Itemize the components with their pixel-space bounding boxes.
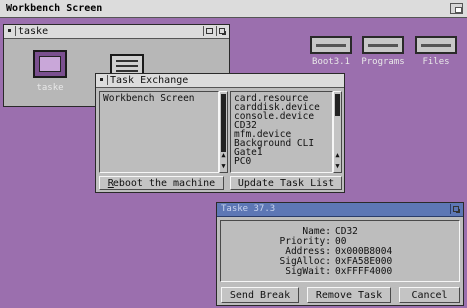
tool-icon-label: taske: [36, 83, 64, 93]
desktop-icon-label: Files: [422, 57, 450, 67]
screen-title: Workbench Screen: [6, 3, 103, 14]
task-info-title-bar[interactable]: Taske 37.3: [217, 203, 463, 217]
update-button-label: Update Task List: [237, 177, 335, 189]
details-keys: Name: Priority: Address: SigAlloc: SigWa…: [221, 227, 331, 277]
screen-list-scrollbar[interactable]: ▲ ▼: [219, 91, 228, 173]
line-glyph: [116, 70, 138, 72]
task-details-panel: Name: Priority: Address: SigAlloc: SigWa…: [220, 220, 460, 282]
cancel-label: Cancel: [411, 289, 448, 301]
send-break-label: Send Break: [229, 289, 291, 301]
desktop-icon-boot[interactable]: Boot3.1: [307, 36, 355, 70]
taske-tool-icon[interactable]: [33, 50, 67, 78]
desktop-icon-label: Programs: [361, 57, 405, 67]
screen-depth-gadget[interactable]: [450, 3, 463, 14]
line-glyph: [116, 60, 138, 62]
arrow-down-icon[interactable]: ▼: [334, 161, 341, 171]
task-exchange-title-bar[interactable]: Task Exchange: [96, 74, 344, 88]
window-title: Task Exchange: [110, 75, 189, 86]
scroll-knob[interactable]: [221, 94, 226, 152]
cancel-button[interactable]: Cancel: [399, 287, 460, 303]
reboot-button-label: eboot the machine: [112, 177, 216, 189]
send-break-button[interactable]: Send Break: [221, 287, 299, 303]
reboot-button[interactable]: Reboot the machine: [99, 176, 224, 190]
arrow-up-icon[interactable]: ▲: [334, 150, 341, 160]
window-icon: [39, 56, 61, 72]
depth-icon[interactable]: [216, 26, 228, 36]
task-list[interactable]: card.resource carddisk.device console.de…: [230, 91, 333, 173]
scroll-knob[interactable]: [335, 94, 340, 116]
screen-list[interactable]: Workbench Screen: [99, 91, 219, 173]
close-icon[interactable]: [97, 75, 108, 85]
desktop-icon-files[interactable]: Files: [412, 36, 460, 70]
remove-task-label: Remove Task: [315, 289, 383, 301]
drawer-icon: [310, 36, 352, 54]
close-icon[interactable]: [5, 26, 16, 36]
remove-task-button[interactable]: Remove Task: [307, 287, 391, 303]
drawer-icon: [362, 36, 404, 54]
arrow-down-icon[interactable]: ▼: [220, 161, 227, 171]
window-title: Taske 37.3: [221, 204, 276, 214]
details-values: CD32 00 0x000B8004 0xFA58E000 0xFFFF4000: [335, 227, 455, 277]
task-info-window[interactable]: Taske 37.3 Name: Priority: Address: SigA…: [216, 202, 464, 306]
drawer-icon: [415, 36, 457, 54]
window-title: taske: [18, 26, 49, 37]
taske-title-bar[interactable]: taske: [4, 25, 229, 39]
zoom-icon[interactable]: [203, 26, 215, 36]
line-glyph: [116, 65, 138, 67]
arrow-up-icon[interactable]: ▲: [220, 150, 227, 160]
list-item[interactable]: Workbench Screen: [103, 94, 195, 104]
depth-icon[interactable]: [450, 204, 462, 214]
screen-title-bar[interactable]: Workbench Screen: [0, 0, 467, 18]
detail-key: SigWait:: [285, 266, 331, 277]
update-task-list-button[interactable]: Update Task List: [230, 176, 342, 190]
task-list-scrollbar[interactable]: ▲ ▼: [333, 91, 342, 173]
list-item[interactable]: PC0: [234, 157, 251, 167]
desktop-icon-label: Boot3.1: [312, 57, 350, 67]
desktop-icon-programs[interactable]: Programs: [357, 36, 409, 70]
detail-value: 0xFFFF4000: [335, 266, 393, 277]
detail-value: CD32: [335, 226, 358, 237]
task-exchange-window[interactable]: Task Exchange Workbench Screen ▲ ▼ card.…: [95, 73, 345, 193]
